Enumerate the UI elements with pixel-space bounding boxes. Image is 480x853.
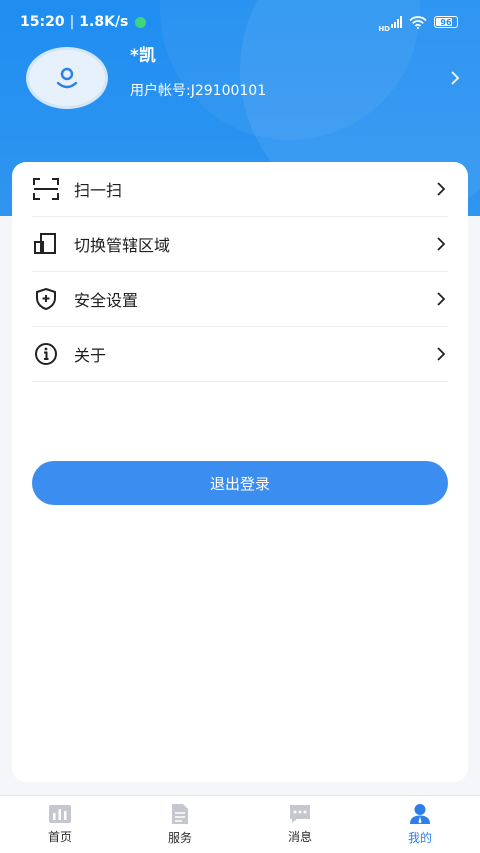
tab-mine[interactable]: 我的 <box>360 796 480 853</box>
network-type-label: HD <box>378 25 390 33</box>
signal-icon <box>391 16 402 28</box>
logout-button[interactable]: 退出登录 <box>32 461 448 505</box>
chevron-right-icon <box>437 237 446 251</box>
profile-header[interactable]: *凯 用户帐号:J29100101 <box>26 46 466 110</box>
status-time: 15:20 <box>20 14 65 30</box>
battery-icon: 96 <box>434 16 458 28</box>
info-icon <box>32 340 60 368</box>
chevron-right-icon <box>437 182 446 196</box>
status-bar: 15:20 | 1.8K/s HD 96 <box>0 0 480 44</box>
chevron-right-icon <box>437 347 446 361</box>
menu-item-label: 关于 <box>74 346 107 365</box>
menu-item-security[interactable]: 安全设置 <box>32 272 448 327</box>
status-network-speed: 1.8K/s <box>79 14 129 30</box>
menu-item-about[interactable]: 关于 <box>32 327 448 382</box>
chevron-right-icon <box>437 292 446 306</box>
user-icon <box>410 804 430 824</box>
status-divider: | <box>69 14 75 30</box>
menu-item-label: 安全设置 <box>74 291 139 310</box>
message-icon <box>290 805 310 823</box>
profile-account: 用户帐号:J29100101 <box>130 82 267 99</box>
tab-label: 我的 <box>407 831 432 845</box>
tab-label: 首页 <box>47 830 72 844</box>
profile-name: *凯 <box>130 45 156 66</box>
tab-home[interactable]: 首页 <box>0 796 120 853</box>
menu-card: 扫一扫 切换管辖区域 安全设置 关于 退出登录 <box>12 162 468 782</box>
menu-item-label: 扫一扫 <box>74 181 123 200</box>
switch-area-icon <box>32 230 60 258</box>
notification-dot-icon <box>135 16 147 28</box>
tab-services[interactable]: 服务 <box>120 796 240 853</box>
scan-icon <box>32 175 60 203</box>
tab-messages[interactable]: 消息 <box>240 796 360 853</box>
home-chart-icon <box>49 805 71 823</box>
document-icon <box>172 804 188 824</box>
menu-item-switch-area[interactable]: 切换管辖区域 <box>32 217 448 272</box>
menu-item-scan[interactable]: 扫一扫 <box>32 162 448 217</box>
avatar[interactable] <box>26 47 108 109</box>
wifi-icon <box>409 15 427 29</box>
bottom-tab-bar: 首页 服务 消息 我的 <box>0 795 480 853</box>
tab-label: 消息 <box>287 830 312 844</box>
shield-icon <box>32 285 60 313</box>
chevron-right-icon[interactable] <box>450 70 460 86</box>
battery-level: 96 <box>440 17 452 27</box>
avatar-icon <box>56 67 78 89</box>
tab-label: 服务 <box>167 831 192 845</box>
menu-list: 扫一扫 切换管辖区域 安全设置 关于 <box>32 162 448 382</box>
menu-item-label: 切换管辖区域 <box>74 236 171 255</box>
